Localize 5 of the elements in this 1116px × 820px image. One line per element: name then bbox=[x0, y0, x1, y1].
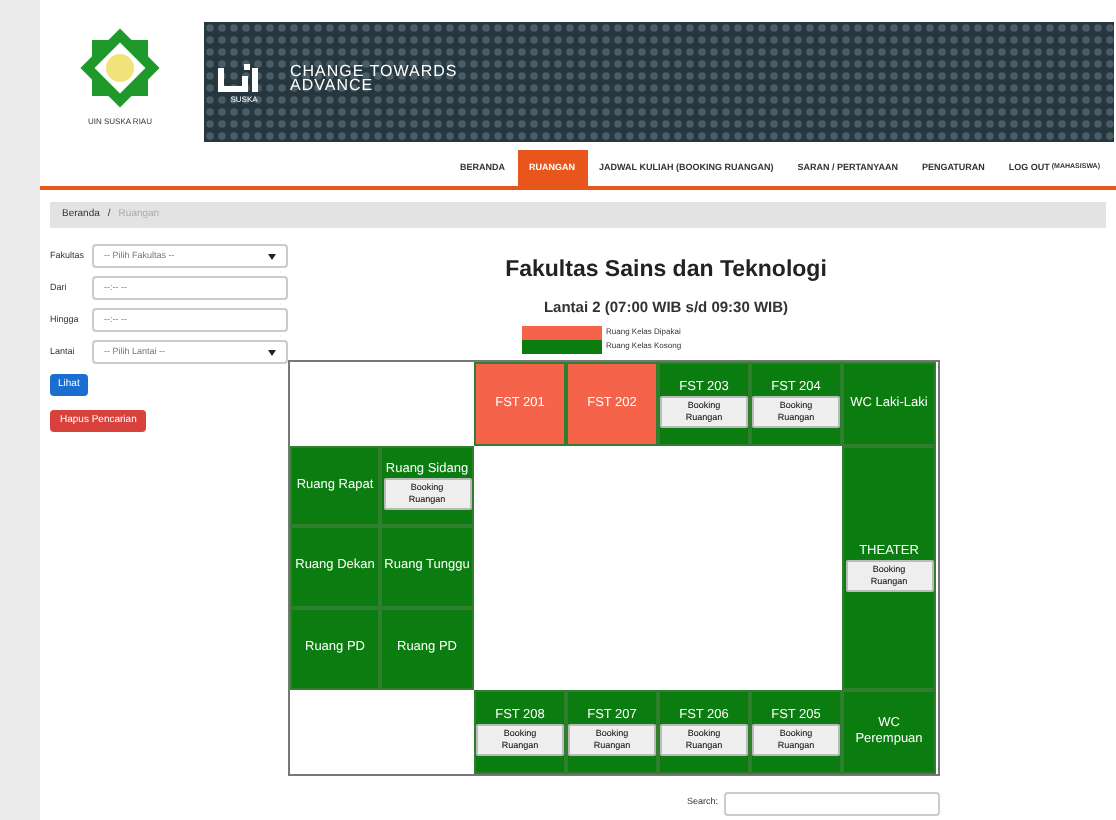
slogan: CHANGE TOWARDS ADVANCE bbox=[290, 64, 458, 92]
page-title: Fakultas Sains dan Teknologi bbox=[503, 256, 829, 286]
search-field[interactable] bbox=[724, 791, 940, 815]
caret-icon bbox=[268, 349, 276, 355]
caret-icon bbox=[268, 253, 276, 259]
